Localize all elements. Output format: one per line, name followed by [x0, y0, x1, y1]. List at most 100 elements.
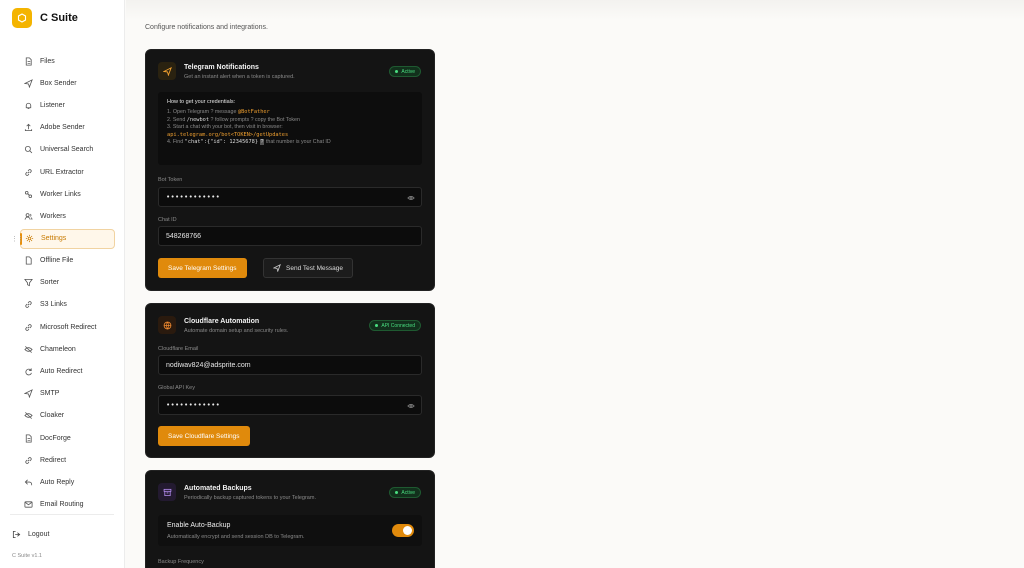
sidebar-item-label: URL Extractor [40, 168, 84, 176]
send-test-message-button[interactable]: Send Test Message [263, 258, 353, 278]
sidebar-item-url-extractor[interactable]: URL Extractor [20, 161, 115, 183]
page-header-scrolled [126, 0, 1024, 20]
bot-token-value: •••••••••••• [166, 193, 221, 201]
backup-frequency-label: Backup Frequency [158, 559, 204, 565]
sidebar-item-workers[interactable]: Workers [20, 205, 115, 227]
sidebar-item-s3-links[interactable]: S3 Links [20, 294, 115, 316]
sidebar-item-label: Universal Search [40, 146, 94, 154]
sidebar-item-box-sender[interactable]: Box Sender [20, 72, 115, 94]
cloudflare-email-value: nodiwav824@adsprite.com [166, 361, 251, 369]
users-icon [24, 213, 33, 220]
sidebar-item-microsoft-redirect[interactable]: Microsoft Redirect [20, 316, 115, 338]
sidebar-item-label: SMTP [40, 390, 60, 398]
gear-icon [25, 234, 34, 243]
instructions-heading: How to get your credentials: [167, 99, 236, 105]
save-cloudflare-button[interactable]: Save Cloudflare Settings [158, 426, 250, 446]
telegram-card-header: Telegram Notifications Get an instant al… [158, 62, 295, 80]
link-icon [25, 168, 32, 176]
drag-handle-icon[interactable]: ⋮⋮ [11, 235, 24, 243]
sidebar-item-settings[interactable]: ⋮⋮ Settings [11, 228, 115, 249]
sidebar-item-universal-search[interactable]: Universal Search [20, 139, 115, 161]
app-version: C Suite v1.1 [12, 553, 42, 559]
sidebar-item-listener[interactable]: Listener [20, 94, 115, 116]
step-text: 2. Send [167, 116, 187, 123]
step-code: "chat":{"id": 12345678} [184, 139, 259, 146]
sidebar-item-label: Settings [41, 235, 67, 242]
sidebar-item-label: Listener [40, 101, 65, 109]
chat-id-value: 548268766 [166, 232, 202, 240]
api-key-input[interactable]: •••••••••••• [158, 395, 422, 415]
sidebar-item-auto-reply[interactable]: Auto Reply [20, 471, 115, 493]
sidebar-item-redirect[interactable]: Redirect [20, 449, 115, 471]
cloudflare-card: Cloudflare Automation Automate domain se… [145, 303, 435, 458]
send-icon [24, 78, 33, 88]
sidebar-item-label: Offline File [40, 257, 74, 265]
logout-button[interactable]: Logout [12, 530, 49, 539]
step-text: ? follow prompts ? copy the Bot Token [209, 116, 300, 123]
save-telegram-button[interactable]: Save Telegram Settings [158, 258, 247, 278]
sidebar-item-label: Auto Redirect [40, 368, 83, 376]
page-subtitle: Configure notifications and integrations… [145, 24, 268, 31]
file-icon [25, 434, 32, 443]
logout-label: Logout [28, 531, 50, 538]
file-icon [25, 57, 32, 66]
instruction-step-3: 3. Start a chat with your bot, then visi… [167, 124, 413, 132]
cloudflare-card-description: Automate domain setup and security rules… [184, 328, 289, 334]
backups-card-title: Automated Backups [184, 485, 252, 492]
sidebar-item-email-routing[interactable]: Email Routing [20, 494, 115, 516]
backups-card-description: Periodically backup captured tokens to y… [184, 495, 316, 501]
send-icon [24, 389, 33, 399]
eye-icon[interactable] [407, 402, 415, 410]
status-badge-label: API Connected [381, 322, 415, 329]
sidebar-item-smtp[interactable]: SMTP [20, 383, 115, 405]
api-key-value: •••••••••••• [166, 401, 221, 409]
send-icon [273, 264, 281, 272]
sidebar-item-docforge[interactable]: DocForge [20, 427, 115, 449]
sidebar-item-files[interactable]: Files [20, 50, 115, 72]
instruction-step-1: 1. Open Telegram ? message @BotFather [167, 109, 413, 117]
step-text: 4. Find [167, 139, 185, 146]
sidebar-item-worker-links[interactable]: Worker Links [20, 183, 115, 205]
mail-icon [24, 501, 33, 508]
eye-icon[interactable] [407, 194, 415, 202]
sidebar-item-label: Sorter [40, 279, 60, 287]
status-badge: Active [389, 487, 421, 498]
sidebar-item-label: Box Sender [40, 79, 77, 87]
telegram-card: Telegram Notifications Get an instant al… [145, 49, 435, 291]
sidebar-item-chameleon[interactable]: Chameleon [20, 338, 115, 360]
globe-icon [158, 316, 176, 334]
sidebar-item-label: Chameleon [40, 345, 76, 353]
sidebar-item-label: Auto Reply [40, 478, 75, 486]
auto-backup-title: Enable Auto-Backup [167, 522, 231, 529]
link-icon [25, 323, 32, 331]
chat-id-input[interactable]: 548268766 [158, 226, 422, 246]
cloudflare-email-input[interactable]: nodiwav824@adsprite.com [158, 355, 422, 375]
sidebar-item-label: Adobe Sender [40, 124, 85, 132]
step-code: /newbot [186, 116, 210, 123]
sidebar-item-cloaker[interactable]: Cloaker [20, 405, 115, 427]
send-test-message-label: Send Test Message [286, 264, 343, 272]
sidebar-item-sorter[interactable]: Sorter [20, 272, 115, 294]
auto-backup-toggle[interactable] [392, 524, 414, 537]
send-icon [158, 62, 176, 80]
step-code: @BotFather [237, 109, 270, 115]
status-dot-icon [395, 70, 399, 73]
sidebar: C Suite Files Box Sender Listener Adobe … [0, 0, 125, 568]
sidebar-item-auto-redirect[interactable]: Auto Redirect [20, 360, 115, 382]
sidebar-item-adobe-sender[interactable]: Adobe Sender [20, 117, 115, 139]
reply-icon [24, 479, 33, 486]
instruction-step-3-url: api.telegram.org/bot<TOKEN>/getUpdates [167, 132, 413, 140]
sidebar-divider [10, 514, 114, 515]
step-text: that number is your Chat ID [264, 139, 331, 146]
filter-icon [24, 279, 33, 287]
status-dot-icon [375, 324, 379, 327]
sidebar-item-label: Cloaker [40, 412, 65, 420]
sidebar-item-offline-file[interactable]: Offline File [20, 250, 115, 272]
file-icon [25, 256, 32, 265]
brand[interactable]: C Suite [12, 8, 78, 28]
status-badge-label: Active [401, 489, 415, 496]
status-badge: Active [389, 66, 421, 77]
bot-token-input[interactable]: •••••••••••• [158, 187, 422, 207]
archive-icon [158, 483, 176, 501]
status-dot-icon [395, 491, 399, 494]
